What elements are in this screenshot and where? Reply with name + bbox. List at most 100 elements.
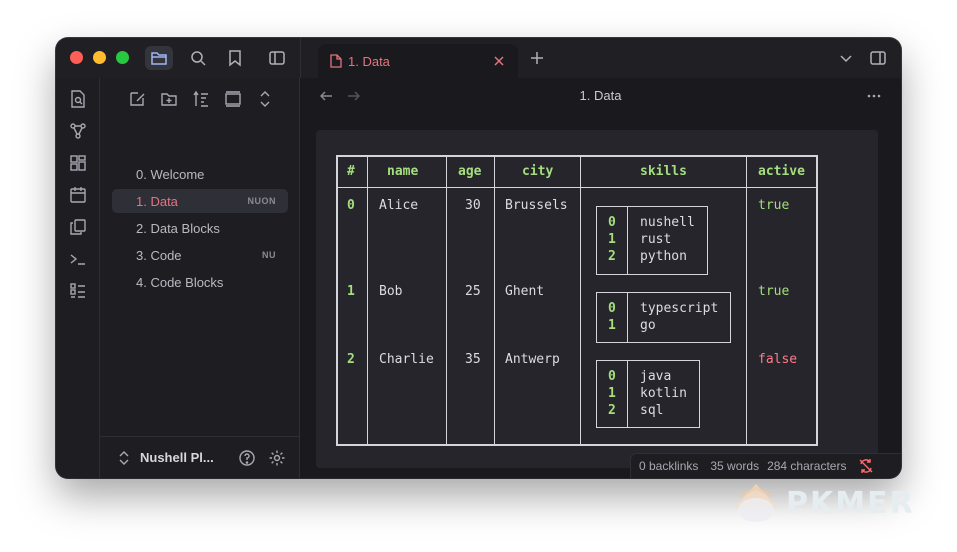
table-col-divider	[367, 155, 368, 446]
character-count: 284 characters	[767, 459, 847, 473]
backlinks-count[interactable]: 0 backlinks	[639, 459, 698, 473]
vault-switch-icon[interactable]	[118, 451, 130, 465]
minimize-window-button[interactable]	[93, 51, 106, 64]
close-tab-icon[interactable]	[492, 54, 506, 68]
header-age: age	[458, 164, 482, 179]
subtable-border	[627, 292, 628, 343]
sub-index: 0	[608, 215, 616, 230]
file-label: 3. Code	[136, 247, 182, 263]
sub-index: 1	[608, 318, 616, 333]
subtable-border	[730, 292, 731, 343]
cell-name: Charlie	[379, 352, 434, 367]
new-folder-icon[interactable]	[160, 90, 178, 108]
sort-icon[interactable]	[192, 90, 210, 108]
table-border-left	[336, 155, 338, 446]
row-index: 2	[347, 352, 355, 367]
cell-city: Ghent	[505, 284, 545, 299]
file-item-code-blocks[interactable]: 4. Code Blocks	[112, 270, 288, 294]
auto-reveal-icon[interactable]	[224, 90, 242, 108]
canvas-icon[interactable]	[69, 154, 87, 172]
toggle-right-sidebar-icon[interactable]	[864, 46, 892, 70]
cell-name: Bob	[379, 284, 403, 299]
file-label: 4. Code Blocks	[136, 274, 224, 290]
sub-index: 1	[608, 386, 616, 401]
terminal-icon[interactable]	[69, 250, 87, 268]
table-col-divider	[494, 155, 495, 446]
graph-view-icon[interactable]	[69, 122, 87, 140]
row-index: 0	[347, 198, 355, 213]
header-name: name	[387, 164, 419, 179]
table-border-right	[816, 155, 818, 446]
quick-switcher-icon[interactable]	[69, 90, 87, 108]
table-col-divider	[580, 155, 581, 446]
calendar-icon[interactable]	[69, 186, 87, 204]
tab-label: 1. Data	[348, 53, 390, 69]
sub-index: 0	[608, 369, 616, 384]
title-separator	[300, 38, 301, 78]
file-explorer-sidebar: 0. Welcome 1. Data NUON 2. Data Blocks 3…	[100, 78, 300, 478]
cell-active: false	[758, 352, 798, 367]
close-window-button[interactable]	[70, 51, 83, 64]
header-city: city	[522, 164, 554, 179]
file-item-data-blocks[interactable]: 2. Data Blocks	[112, 216, 288, 240]
skill-value: rust	[640, 232, 672, 247]
vault-switcher-bar: Nushell Pl...	[100, 436, 300, 478]
skill-value: nushell	[640, 215, 695, 230]
cell-age: 25	[465, 284, 481, 299]
more-options-icon[interactable]	[866, 90, 882, 102]
file-item-welcome[interactable]: 0. Welcome	[112, 162, 288, 186]
skill-value: go	[640, 318, 656, 333]
subtable-border	[596, 206, 708, 207]
file-explorer-icon[interactable]	[145, 46, 173, 70]
search-icon[interactable]	[184, 46, 212, 70]
subtable-border	[596, 206, 597, 275]
header-index: #	[347, 164, 355, 179]
subtable-border	[596, 292, 597, 343]
sync-disabled-icon[interactable]	[858, 458, 874, 474]
pkmer-watermark: PKMER	[730, 478, 957, 530]
subtable-border	[596, 274, 708, 275]
skill-value: kotlin	[640, 386, 687, 401]
editor-pane: 1. Data # name age city skills active 0 …	[300, 78, 901, 478]
subtable-border	[596, 360, 597, 428]
file-item-data[interactable]: 1. Data NUON	[112, 189, 288, 213]
maximize-window-button[interactable]	[116, 51, 129, 64]
file-item-code[interactable]: 3. Code NU	[112, 243, 288, 267]
cell-age: 35	[465, 352, 481, 367]
watermark-text: PKMER	[786, 486, 915, 521]
toggle-left-sidebar-icon[interactable]	[263, 46, 291, 70]
table-col-divider	[446, 155, 447, 446]
help-icon[interactable]	[238, 449, 256, 467]
sub-index: 0	[608, 301, 616, 316]
new-tab-icon[interactable]	[523, 46, 551, 70]
collapse-all-icon[interactable]	[256, 90, 274, 108]
checklist-icon[interactable]	[69, 282, 87, 300]
subtable-border	[627, 206, 628, 275]
bookmark-icon[interactable]	[221, 46, 249, 70]
sub-index: 2	[608, 403, 616, 418]
settings-gear-icon[interactable]	[268, 449, 286, 467]
title-bar: 1. Data	[56, 38, 901, 78]
skill-value: java	[640, 369, 672, 384]
cell-city: Brussels	[505, 198, 568, 213]
file-extension-badge: NUON	[247, 196, 276, 206]
subtable-border	[596, 292, 731, 293]
tab-1-data[interactable]: 1. Data	[318, 44, 518, 78]
cell-city: Antwerp	[505, 352, 560, 367]
copy-icon[interactable]	[69, 218, 87, 236]
subtable-border	[707, 206, 708, 275]
note-title: 1. Data	[579, 88, 622, 103]
tab-list-chevron-icon[interactable]	[832, 46, 860, 70]
subtable-border	[627, 360, 628, 428]
row-index: 1	[347, 284, 355, 299]
header-active: active	[758, 164, 805, 179]
vault-name[interactable]: Nushell Pl...	[140, 450, 214, 465]
new-note-icon[interactable]	[128, 90, 146, 108]
file-extension-badge: NU	[262, 250, 276, 260]
table-col-divider	[746, 155, 747, 446]
file-label: 2. Data Blocks	[136, 220, 220, 236]
cell-active: true	[758, 198, 790, 213]
document-icon	[330, 54, 342, 68]
skill-value: sql	[640, 403, 664, 418]
sub-index: 1	[608, 232, 616, 247]
